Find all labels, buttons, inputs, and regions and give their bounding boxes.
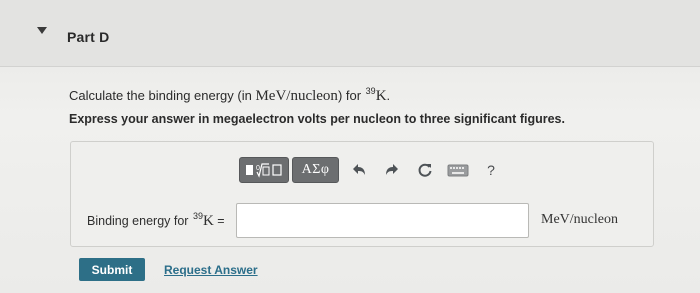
undo-icon xyxy=(353,164,365,175)
question-text: Calculate the binding energy (in MeV/nuc… xyxy=(69,86,390,105)
svg-text:0: 0 xyxy=(256,165,260,172)
answer-mass-number: 39 xyxy=(192,211,203,221)
request-answer-link[interactable]: Request Answer xyxy=(164,263,258,277)
reset-icon xyxy=(418,163,432,177)
instruction-text: Express your answer in megaelectron volt… xyxy=(69,112,565,126)
answer-isotope-symbol: K xyxy=(202,213,214,229)
part-header[interactable]: Part D xyxy=(0,0,700,67)
question-prefix: Calculate the binding energy (in xyxy=(69,88,256,103)
question-isotope-symbol: K xyxy=(375,88,387,104)
math-toolbar: 0 ΑΣφ ? xyxy=(239,155,507,185)
answer-label-prefix: Binding energy for xyxy=(87,214,192,228)
problem-page: Part D Calculate the binding energy (in … xyxy=(0,0,700,293)
question-mass-number: 39 xyxy=(365,86,376,96)
redo-icon xyxy=(386,164,398,175)
question-suffix: . xyxy=(386,88,391,103)
question-unit: MeV/nucleon xyxy=(255,88,338,104)
templates-icon: 0 xyxy=(246,163,282,178)
caret-down-icon[interactable] xyxy=(37,27,47,34)
answer-unit: MeV/nucleon xyxy=(541,212,618,227)
keyboard-icon xyxy=(447,164,469,177)
templates-button[interactable]: 0 xyxy=(239,157,289,183)
question-mid: ) for xyxy=(337,88,365,103)
binding-energy-input[interactable] xyxy=(236,203,529,238)
undo-button[interactable] xyxy=(343,157,375,183)
redo-button[interactable] xyxy=(376,157,408,183)
keyboard-button[interactable] xyxy=(442,157,474,183)
answer-equals: = xyxy=(213,214,225,228)
part-title: Part D xyxy=(67,29,110,45)
reset-button[interactable] xyxy=(409,157,441,183)
answer-label: Binding energy for 39K = xyxy=(87,211,225,230)
submit-button[interactable]: Submit xyxy=(79,258,145,281)
greek-symbols-button[interactable]: ΑΣφ xyxy=(292,157,339,183)
help-button[interactable]: ? xyxy=(475,157,507,183)
